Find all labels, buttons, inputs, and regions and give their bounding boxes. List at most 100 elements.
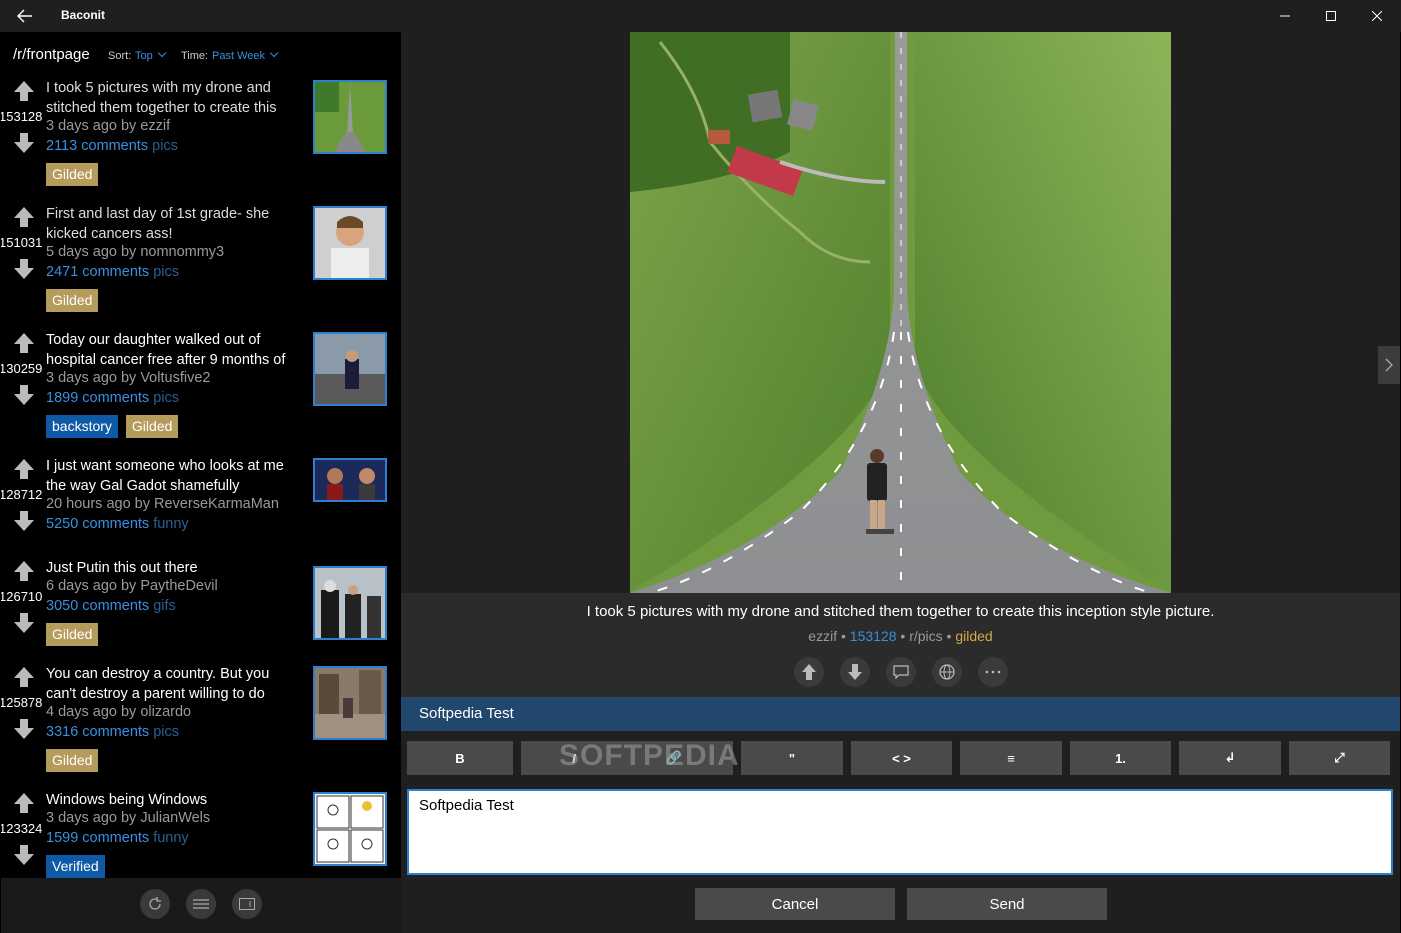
list-item[interactable]: 125878 You can destroy a country. But yo…	[1, 664, 401, 790]
post-title[interactable]: Today our daughter walked out of hospita…	[46, 330, 301, 370]
list-item[interactable]: 126710 Just Putin this out there 6 days …	[1, 558, 401, 664]
comments-count: 5250 comments	[46, 516, 150, 532]
list-item[interactable]: 128712 I just want someone who looks at …	[1, 456, 401, 558]
next-post-button[interactable]	[1378, 346, 1400, 384]
comment-icon	[893, 665, 909, 679]
maximize-button[interactable]	[1308, 0, 1354, 32]
downvote-icon[interactable]	[13, 132, 35, 154]
upvote-icon[interactable]	[13, 458, 35, 480]
upvote-icon[interactable]	[13, 80, 35, 102]
post-thumbnail[interactable]	[313, 80, 387, 154]
post-badges: backstory Gilded	[46, 415, 179, 438]
post-subreddit[interactable]: pics	[153, 264, 179, 280]
subreddit-name[interactable]: /r/frontpage	[13, 46, 90, 63]
post-subreddit[interactable]: pics	[152, 138, 178, 154]
post-title[interactable]: Windows being Windows	[46, 790, 301, 810]
post-title-text: You can destroy a country. But you can't…	[46, 666, 270, 702]
numbered-list-button[interactable]: 1.	[1070, 741, 1171, 775]
post-score: 130259	[1, 361, 43, 376]
comments-count: 3316 comments	[46, 724, 150, 740]
gilded-badge: Gilded	[46, 163, 99, 186]
menu-button[interactable]	[186, 889, 216, 919]
downvote-button[interactable]	[840, 657, 870, 687]
italic-button[interactable]: I 🔗	[521, 741, 733, 775]
post-thumbnail[interactable]	[313, 458, 387, 502]
post-comments-link[interactable]: 5250 comments funny	[46, 516, 189, 532]
backstory-badge: backstory	[46, 415, 118, 438]
close-button[interactable]	[1354, 0, 1400, 32]
sort-value: Top	[135, 50, 153, 62]
post-subreddit[interactable]: funny	[153, 516, 188, 532]
post-thumbnail[interactable]	[313, 332, 387, 406]
post-thumbnail[interactable]	[313, 566, 387, 640]
upvote-icon[interactable]	[13, 332, 35, 354]
post-score: 153128	[1, 109, 43, 124]
reply-header: Softpedia Test	[401, 697, 1400, 731]
post-comments-link[interactable]: 2471 comments pics	[46, 264, 179, 280]
post-comments-link[interactable]: 1899 comments pics	[46, 390, 179, 406]
sort-dropdown[interactable]: Top	[135, 48, 166, 62]
open-browser-button[interactable]	[932, 657, 962, 687]
send-button[interactable]: Send	[907, 888, 1107, 920]
refresh-button[interactable]	[140, 889, 170, 919]
post-comments-link[interactable]: 3316 comments pics	[46, 724, 179, 740]
comments-count: 3050 comments	[46, 598, 150, 614]
post-title[interactable]: You can destroy a country. But you can't…	[46, 664, 301, 704]
post-thumbnail[interactable]	[313, 792, 387, 866]
downvote-icon[interactable]	[13, 844, 35, 866]
upvote-button[interactable]	[794, 657, 824, 687]
upvote-icon[interactable]	[13, 206, 35, 228]
newline-button[interactable]: ↲	[1179, 741, 1281, 775]
downvote-icon[interactable]	[13, 510, 35, 532]
upvote-icon[interactable]	[13, 792, 35, 814]
minimize-button[interactable]	[1262, 0, 1308, 32]
comments-count: 1899 comments	[46, 390, 150, 406]
link-icon: 🔗	[665, 750, 682, 765]
downvote-icon[interactable]	[13, 384, 35, 406]
post-thumbnail[interactable]	[313, 206, 387, 280]
back-button[interactable]	[10, 4, 40, 28]
reply-textbox[interactable]: Softpedia Test	[407, 789, 1393, 875]
thumbnail-image	[315, 460, 385, 500]
list-item[interactable]: 151031 First and last day of 1st grade- …	[1, 204, 401, 330]
post-comments-link[interactable]: 2113 comments pics	[46, 138, 178, 154]
post-badges: Gilded	[46, 749, 99, 772]
viewer-author[interactable]: ezzif	[808, 628, 837, 644]
post-title[interactable]: I just want someone who looks at me the …	[46, 456, 301, 496]
post-title[interactable]: I took 5 pictures with my drone and stit…	[46, 78, 301, 118]
list-item[interactable]: 153128 I took 5 pictures with my drone a…	[1, 78, 401, 204]
post-subreddit[interactable]: funny	[153, 830, 188, 846]
post-subreddit[interactable]: pics	[153, 390, 179, 406]
downvote-icon[interactable]	[13, 612, 35, 634]
post-title-text: Windows being Windows	[46, 792, 208, 808]
time-dropdown[interactable]: Past Week	[212, 48, 279, 62]
thumbnail-image	[315, 668, 385, 738]
expand-button[interactable]: ⤢	[1289, 741, 1390, 775]
post-title[interactable]: Just Putin this out there	[46, 558, 301, 578]
post-comments-link[interactable]: 3050 comments gifs	[46, 598, 176, 614]
bullet-list-button[interactable]: ≡	[960, 741, 1062, 775]
upvote-icon[interactable]	[13, 560, 35, 582]
bold-button[interactable]: B	[407, 741, 513, 775]
cancel-button[interactable]: Cancel	[695, 888, 895, 920]
code-button[interactable]: < >	[851, 741, 952, 775]
post-subreddit[interactable]: pics	[153, 724, 179, 740]
list-item[interactable]: 130259 Today our daughter walked out of …	[1, 330, 401, 456]
window-toggle-button[interactable]	[232, 889, 262, 919]
comment-button[interactable]	[886, 657, 916, 687]
downvote-icon[interactable]	[13, 258, 35, 280]
post-comments-link[interactable]: 1599 comments funny	[46, 830, 189, 846]
chevron-down-icon	[269, 48, 279, 58]
gilded-badge: Gilded	[46, 623, 99, 646]
post-subreddit[interactable]: gifs	[153, 598, 176, 614]
upvote-icon[interactable]	[13, 666, 35, 688]
post-title[interactable]: First and last day of 1st grade- she kic…	[46, 204, 301, 244]
sort-label: Sort:	[108, 50, 132, 62]
post-thumbnail[interactable]	[313, 666, 387, 740]
quote-button[interactable]: "	[741, 741, 843, 775]
more-button[interactable]	[978, 657, 1008, 687]
viewer-subreddit[interactable]: r/pics	[909, 628, 942, 644]
downvote-icon[interactable]	[13, 718, 35, 740]
post-image[interactable]	[630, 32, 1171, 593]
list-item[interactable]: 123324 Windows being Windows 3 days ago …	[1, 790, 401, 890]
